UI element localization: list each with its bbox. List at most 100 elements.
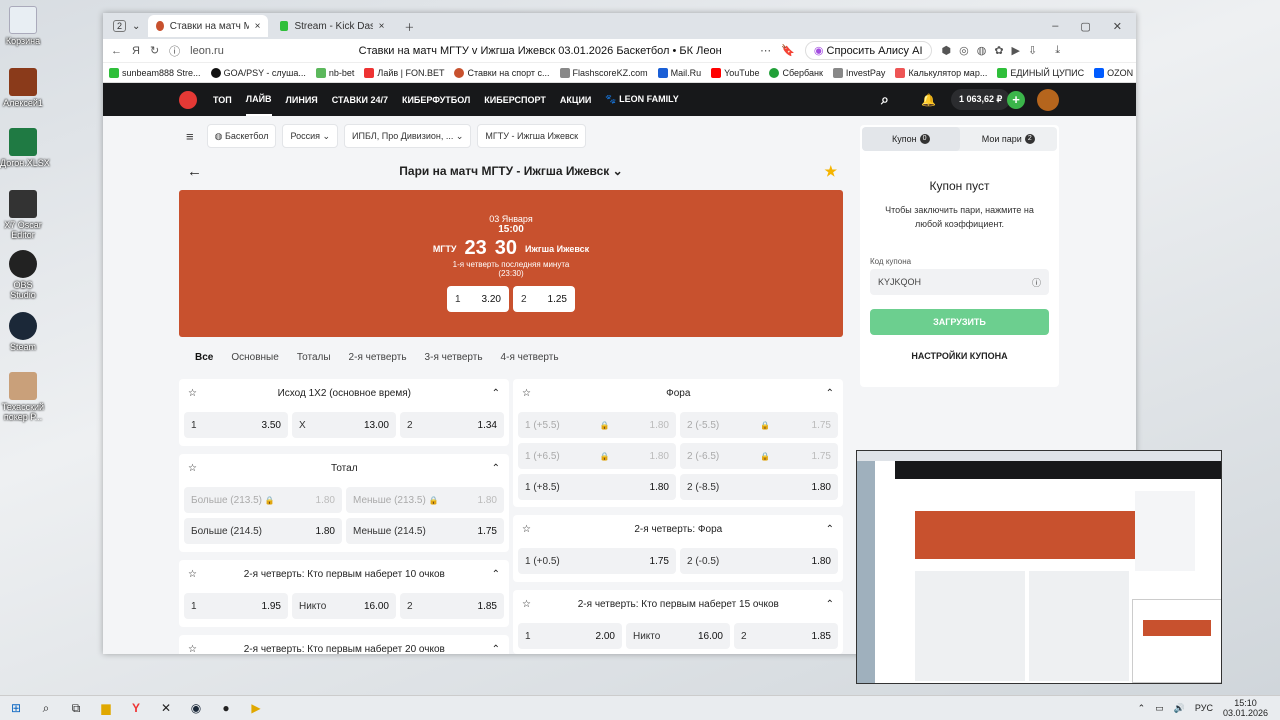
odd-cell[interactable]: 2 (-8.5) 1.80	[680, 474, 838, 500]
tab-leon[interactable]: Ставки на матч МГТУ v×	[148, 15, 269, 37]
load-coupon-button[interactable]: ЗАГРУЗИТЬ	[870, 309, 1049, 335]
breadcrumb-league[interactable]: ИПБЛ, Про Дивизион, ... ⌄	[344, 124, 472, 148]
coupon-code-input[interactable]: KYJKQOH ⓘ	[870, 269, 1049, 295]
bookmark-item[interactable]: Сбербанк	[769, 67, 823, 78]
yandex-icon[interactable]: Я	[132, 45, 140, 57]
tab-coupon[interactable]: Купон 0	[862, 127, 960, 151]
x7-icon[interactable]: ✕	[158, 700, 174, 716]
chevron-up-icon[interactable]: ⌃	[492, 644, 500, 655]
odd-cell[interactable]: 2 1.34	[400, 412, 504, 438]
reload-icon[interactable]: ↻	[150, 44, 159, 57]
obs-preview-window[interactable]	[856, 450, 1222, 684]
bookmark-item[interactable]: OZON м...	[1094, 67, 1136, 78]
close-icon[interactable]: ×	[379, 21, 385, 32]
nav-top[interactable]: ТОП	[213, 95, 232, 105]
tab-q3[interactable]: 3-я четверть	[425, 352, 483, 363]
odd-cell[interactable]: Меньше (214.5) 1.75	[346, 518, 504, 544]
bookmark-item[interactable]: Mail.Ru	[657, 67, 701, 78]
volume-icon[interactable]: 🔊	[1174, 703, 1185, 714]
leon-logo-icon[interactable]	[179, 91, 197, 109]
hero-odd-2[interactable]: 2 1.25	[513, 286, 575, 312]
nav-promo[interactable]: АКЦИИ	[560, 95, 592, 105]
odd-cell[interactable]: 2 1.85	[734, 623, 838, 649]
desktop-icon-x7[interactable]: X7 Oscar Editor	[0, 190, 46, 240]
desktop-icon-recycle-bin[interactable]: Корзина	[0, 6, 46, 46]
extensions-icon[interactable]: ⬢◎◍✿▶⇩	[942, 44, 1046, 57]
chevron-up-icon[interactable]: ⌃	[492, 569, 500, 580]
clock[interactable]: 15:10 03.01.2026	[1223, 698, 1268, 718]
bookmark-item[interactable]: sunbeam888 Stre...	[109, 67, 201, 78]
odd-cell[interactable]: Никто 16.00	[292, 593, 396, 619]
desktop-icon-excel[interactable]: Догон.XLSX	[0, 128, 50, 168]
star-icon[interactable]: ☆	[522, 524, 531, 535]
star-icon[interactable]: ☆	[188, 569, 197, 580]
bookmark-item[interactable]: nb-bet	[315, 67, 354, 78]
close-icon[interactable]: ×	[255, 21, 261, 32]
nav-family[interactable]: 🐾 LEON FAMILY	[605, 94, 678, 105]
nav-cyberfootball[interactable]: КИБЕРФУТБОЛ	[402, 95, 470, 105]
odd-cell[interactable]: 1 (+8.5) 1.80	[518, 474, 676, 500]
back-icon[interactable]: ←	[111, 45, 122, 57]
chevron-up-icon[interactable]: ⌃	[492, 388, 500, 399]
windows-start-icon[interactable]: ⊞	[8, 700, 24, 716]
chevron-up-icon[interactable]: ⌃	[1138, 703, 1146, 714]
more-icon[interactable]: ⋯	[760, 44, 771, 57]
nav-esports[interactable]: КИБЕРСПОРТ	[484, 95, 546, 105]
hero-odd-1[interactable]: 1 3.20	[447, 286, 509, 312]
tab-q2[interactable]: 2-я четверть	[349, 352, 407, 363]
bookmark-item[interactable]: YouTube	[711, 67, 759, 78]
new-tab-button[interactable]: ＋	[396, 15, 422, 37]
star-icon[interactable]: ☆	[188, 388, 197, 399]
tab-all[interactable]: Все	[195, 352, 213, 363]
deposit-button[interactable]: +	[1007, 90, 1025, 109]
explorer-icon[interactable]: ▆	[98, 700, 114, 716]
balance[interactable]: 1 063,62 ₽	[951, 89, 1011, 110]
close-window-icon[interactable]: ✕	[1113, 20, 1122, 33]
coupon-settings-link[interactable]: НАСТРОЙКИ КУПОНА	[860, 351, 1059, 361]
search-icon[interactable]: ⌕	[38, 700, 54, 716]
match-title[interactable]: Пари на матч МГТУ - Ижгша Ижевск	[399, 164, 609, 178]
steam-icon[interactable]: ◉	[188, 700, 204, 716]
breadcrumb-sport[interactable]: ◍ Баскетбол	[206, 124, 277, 148]
minimize-icon[interactable]: –	[1052, 20, 1058, 33]
tab-counter[interactable]: 2 ⌄	[109, 15, 144, 37]
star-icon[interactable]: ☆	[188, 463, 197, 474]
favorite-star-icon[interactable]: ★	[824, 163, 837, 180]
breadcrumb-match[interactable]: МГТУ - Ижгша Ижевск	[477, 124, 587, 148]
bookmark-item[interactable]: Ставки на спорт с...	[454, 67, 550, 78]
yandex-browser-icon[interactable]: Y	[128, 700, 144, 716]
chevron-up-icon[interactable]: ⌃	[826, 524, 834, 535]
info-icon[interactable]: ⓘ	[1032, 276, 1041, 289]
language-indicator[interactable]: РУС	[1195, 703, 1213, 713]
media-icon[interactable]: ▶	[248, 700, 264, 716]
nav-24-7[interactable]: СТАВКИ 24/7	[332, 95, 388, 105]
odd-cell[interactable]: 1 1.95	[184, 593, 288, 619]
desktop-icon-poker[interactable]: Техасский покер Р...	[0, 372, 46, 422]
odd-cell[interactable]: 2 1.85	[400, 593, 504, 619]
odd-cell[interactable]: Никто 16.00	[626, 623, 730, 649]
download-icon[interactable]: ⤓	[1055, 44, 1060, 57]
bookmark-item[interactable]: ЕДИНЫЙ ЦУПИС	[997, 67, 1084, 78]
nav-live[interactable]: ЛАЙВ	[245, 84, 272, 116]
bookmark-item[interactable]: GOA/PSY - слуша...	[210, 67, 306, 78]
desktop-icon-user[interactable]: Алексей1	[0, 68, 46, 108]
breadcrumb-country[interactable]: Россия ⌄	[282, 124, 339, 148]
avatar[interactable]	[1037, 88, 1059, 111]
network-icon[interactable]: ▭	[1155, 703, 1164, 714]
site-info-icon[interactable]: ⓘ	[169, 43, 180, 59]
desktop-icon-obs[interactable]: OBS Studio	[0, 250, 46, 300]
back-arrow-icon[interactable]: ←	[187, 163, 202, 180]
url-field[interactable]: leon.ru	[190, 45, 320, 57]
star-icon[interactable]: ☆	[522, 599, 531, 610]
bookmark-item[interactable]: FlashscoreKZ.com	[559, 67, 648, 78]
tab-totals[interactable]: Тоталы	[297, 352, 331, 363]
bell-icon[interactable]: 🔔	[921, 93, 936, 107]
odd-cell[interactable]: 1 3.50	[184, 412, 288, 438]
desktop-icon-steam[interactable]: Steam	[0, 312, 46, 352]
maximize-icon[interactable]: ▢	[1080, 20, 1090, 33]
chevron-up-icon[interactable]: ⌃	[826, 599, 834, 610]
bookmark-item[interactable]: Калькулятор мар...	[895, 67, 987, 78]
nav-line[interactable]: ЛИНИЯ	[286, 95, 318, 105]
chevron-up-icon[interactable]: ⌃	[826, 388, 834, 399]
bookmark-icon[interactable]: 🔖	[781, 44, 795, 57]
